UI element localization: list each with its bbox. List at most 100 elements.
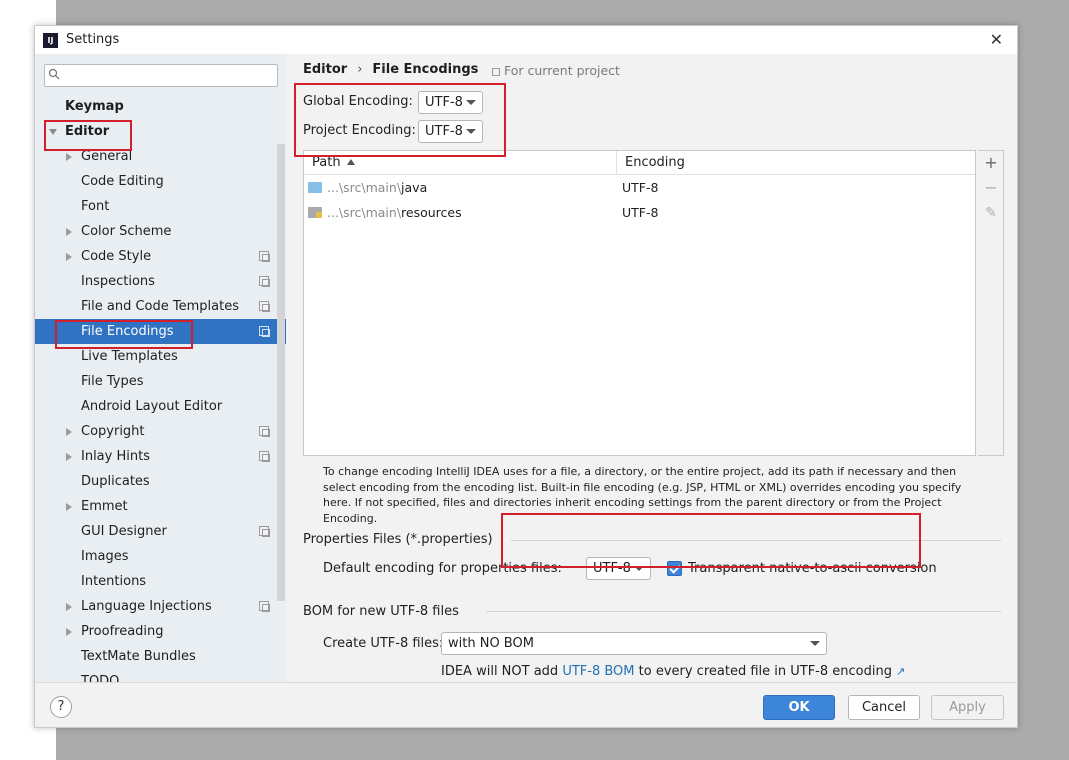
ok-button[interactable]: OK — [763, 695, 835, 720]
sidebar-item-images[interactable]: Images — [35, 544, 286, 569]
search-field[interactable] — [44, 64, 278, 87]
properties-section-title: Properties Files (*.properties) — [303, 532, 493, 547]
sidebar-item-file-encodings[interactable]: File Encodings — [35, 319, 286, 344]
sidebar-item-todo[interactable]: TODO — [35, 669, 286, 682]
sidebar-item-android-layout-editor[interactable]: Android Layout Editor — [35, 394, 286, 419]
bom-note-text: IDEA will NOT add — [441, 664, 563, 679]
global-encoding-label: Global Encoding: — [303, 94, 413, 109]
chevron-right-icon[interactable] — [66, 503, 72, 511]
cancel-button[interactable]: Cancel — [848, 695, 920, 720]
project-encoding-select[interactable]: UTF-8 — [418, 120, 483, 143]
remove-icon[interactable]: − — [983, 180, 999, 196]
column-header-encoding[interactable]: Encoding — [617, 151, 975, 175]
create-utf8-label: Create UTF-8 files: — [323, 636, 444, 651]
project-scope-icon — [259, 426, 270, 437]
scope-hint-label: For current project — [504, 63, 620, 78]
sidebar-item-file-and-code-templates[interactable]: File and Code Templates — [35, 294, 286, 319]
bom-section-title: BOM for new UTF-8 files — [303, 604, 459, 619]
folder-icon — [308, 182, 322, 193]
sidebar-item-inlay-hints[interactable]: Inlay Hints — [35, 444, 286, 469]
sidebar-item-label: Duplicates — [81, 474, 150, 489]
project-scope-icon — [259, 526, 270, 537]
table-row[interactable]: ...\src\main\resources UTF-8 — [304, 200, 975, 225]
sidebar-item-font[interactable]: Font — [35, 194, 286, 219]
sidebar-item-label: TODO — [81, 674, 120, 682]
sidebar-item-label: Proofreading — [81, 624, 164, 639]
project-scope-icon — [259, 601, 270, 612]
breadcrumb: Editor › File Encodings — [303, 62, 478, 77]
encoding-help-text: To change encoding IntelliJ IDEA uses fo… — [323, 465, 962, 525]
sidebar-item-proofreading[interactable]: Proofreading — [35, 619, 286, 644]
project-scope-icon — [259, 326, 270, 337]
chevron-right-icon[interactable] — [66, 228, 72, 236]
close-icon[interactable]: ✕ — [990, 30, 1003, 49]
sidebar-item-label: Color Scheme — [81, 224, 172, 239]
path-prefix: ...\src\main\ — [327, 180, 402, 195]
sidebar-item-file-types[interactable]: File Types — [35, 369, 286, 394]
sidebar-item-label: Live Templates — [81, 349, 178, 364]
sidebar-item-copyright[interactable]: Copyright — [35, 419, 286, 444]
sidebar-item-label: General — [81, 149, 133, 164]
global-encoding-value: UTF-8 — [425, 95, 463, 110]
window-title: Settings — [66, 32, 120, 47]
utf8-bom-link[interactable]: UTF-8 BOM — [562, 664, 634, 679]
path-name: java — [401, 180, 428, 195]
sidebar-item-code-style[interactable]: Code Style — [35, 244, 286, 269]
sidebar-item-inspections[interactable]: Inspections — [35, 269, 286, 294]
chevron-right-icon[interactable] — [66, 253, 72, 261]
sort-ascending-icon — [346, 159, 355, 165]
global-encoding-select[interactable]: UTF-8 — [418, 91, 483, 114]
create-utf8-select[interactable]: with NO BOM — [441, 632, 827, 655]
path-cell: ...\src\main\java — [308, 175, 427, 200]
external-link-icon[interactable]: ↗ — [896, 665, 905, 678]
project-encoding-value: UTF-8 — [425, 124, 463, 139]
sidebar-item-live-templates[interactable]: Live Templates — [35, 344, 286, 369]
chevron-right-icon[interactable] — [66, 603, 72, 611]
sidebar-item-label: Inlay Hints — [81, 449, 150, 464]
sidebar-item-label: TextMate Bundles — [81, 649, 196, 664]
sidebar-item-label: Inspections — [81, 274, 155, 289]
breadcrumb-parent[interactable]: Editor — [303, 62, 347, 77]
sidebar-item-gui-designer[interactable]: GUI Designer — [35, 519, 286, 544]
settings-dialog: IJ Settings ✕ Keymap Editor General Code… — [34, 25, 1018, 728]
chevron-down-icon — [466, 100, 476, 105]
sidebar-item-color-scheme[interactable]: Color Scheme — [35, 219, 286, 244]
transparent-conversion-checkbox[interactable] — [667, 561, 682, 576]
breadcrumb-current: File Encodings — [372, 62, 479, 77]
sidebar-item-language-injections[interactable]: Language Injections — [35, 594, 286, 619]
chevron-down-icon[interactable] — [49, 129, 57, 135]
apply-button[interactable]: Apply — [931, 695, 1004, 720]
encoding-cell[interactable]: UTF-8 — [622, 200, 658, 225]
sidebar-item-keymap[interactable]: Keymap — [35, 94, 286, 119]
sidebar-item-label: File Encodings — [81, 324, 174, 339]
dialog-footer: ? OK Cancel Apply — [35, 682, 1017, 727]
path-cell: ...\src\main\resources — [308, 200, 462, 225]
search-input[interactable] — [63, 67, 273, 84]
chevron-right-icon[interactable] — [66, 453, 72, 461]
sidebar-item-label: Images — [81, 549, 129, 564]
sidebar-item-label: Keymap — [65, 99, 124, 114]
add-icon[interactable]: + — [983, 155, 999, 171]
sidebar-item-duplicates[interactable]: Duplicates — [35, 469, 286, 494]
sidebar-item-code-editing[interactable]: Code Editing — [35, 169, 286, 194]
help-button[interactable]: ? — [50, 696, 72, 718]
sidebar-item-label: Android Layout Editor — [81, 399, 223, 414]
chevron-right-icon[interactable] — [66, 628, 72, 636]
sidebar-item-label: Editor — [65, 124, 110, 139]
intellij-logo-icon: IJ — [43, 33, 58, 48]
table-row[interactable]: ...\src\main\java UTF-8 — [304, 175, 975, 200]
sidebar-item-intentions[interactable]: Intentions — [35, 569, 286, 594]
properties-encoding-select[interactable]: UTF-8 — [586, 557, 651, 580]
edit-icon[interactable]: ✎ — [983, 205, 999, 221]
column-header-path[interactable]: Path — [304, 151, 617, 175]
sidebar-item-emmet[interactable]: Emmet — [35, 494, 286, 519]
transparent-conversion-label[interactable]: Transparent native-to-ascii conversion — [688, 561, 937, 576]
chevron-right-icon[interactable] — [66, 153, 72, 161]
sidebar-item-textmate-bundles[interactable]: TextMate Bundles — [35, 644, 286, 669]
sidebar-item-editor[interactable]: Editor — [35, 119, 286, 144]
encoding-cell[interactable]: UTF-8 — [622, 175, 658, 200]
chevron-right-icon[interactable] — [66, 428, 72, 436]
sidebar-item-general[interactable]: General — [35, 144, 286, 169]
settings-sidebar: Keymap Editor General Code Editing Font … — [35, 54, 286, 682]
sidebar-scrollbar[interactable] — [277, 144, 285, 601]
